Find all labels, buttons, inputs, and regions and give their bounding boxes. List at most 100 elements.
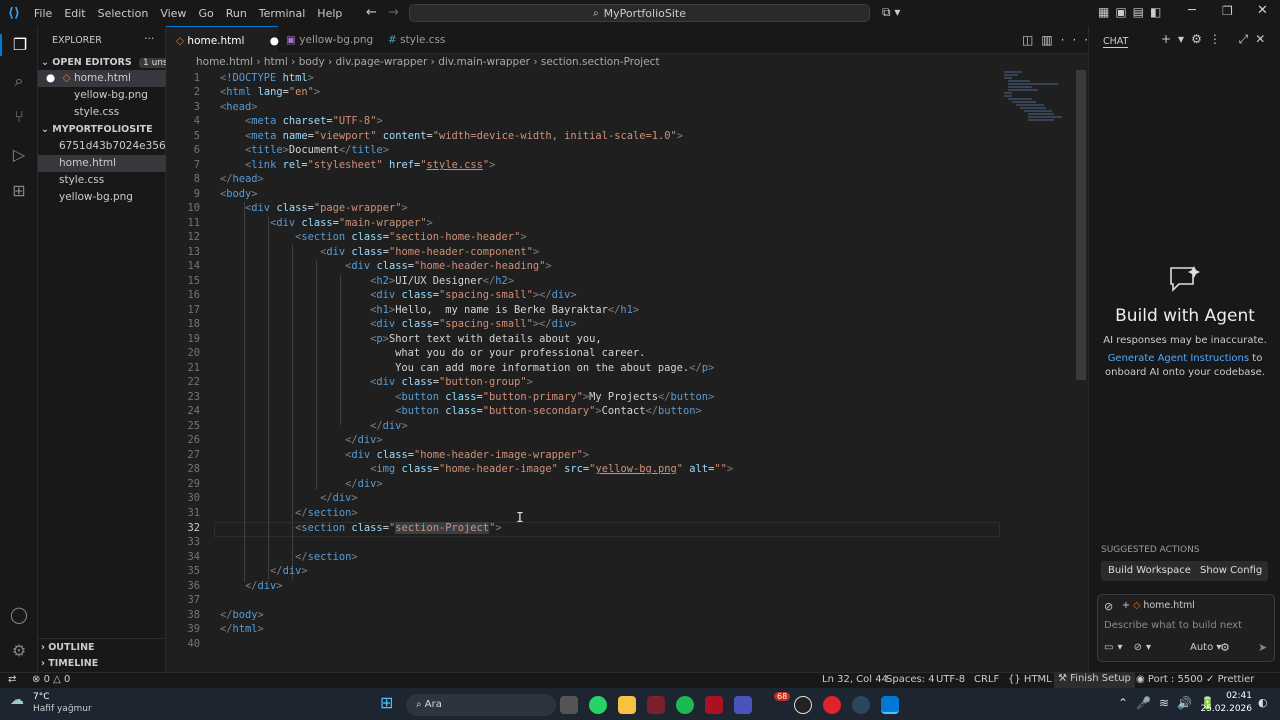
file-item-home[interactable]: home.html (38, 155, 166, 172)
code-line-39: </html> (220, 623, 264, 635)
chat-toolbar-icons[interactable]: ▭▾ ⊘▾ (1104, 642, 1155, 653)
build-workspace-button[interactable]: Build Workspace (1101, 561, 1198, 581)
project-header[interactable]: ⌄ MYPORTFOLIOSITE (38, 121, 166, 138)
attach-icon[interactable]: ⊘ (1104, 600, 1113, 613)
minimap[interactable] (1002, 70, 1072, 130)
code-line-12: <section class="section-home-header"> (295, 231, 527, 243)
outline-header[interactable]: › OUTLINE (38, 638, 166, 655)
open-editors-header[interactable]: ⌄ OPEN EDITORS 1 unsaved (38, 54, 166, 71)
close-icon[interactable]: ✕ (1257, 3, 1268, 18)
account-icon[interactable]: ◯ (8, 604, 30, 626)
live-server-port[interactable]: ◉ Port : 5500 (1136, 674, 1203, 685)
breadcrumb-item[interactable]: home.html (196, 56, 253, 68)
maximize-icon[interactable]: ❐ (1222, 4, 1233, 18)
weather-icon: ☁ (10, 692, 24, 708)
menu-go[interactable]: Go (198, 7, 213, 20)
chat-input-box[interactable]: ⊘ + ◇ home.html Describe what to build n… (1097, 594, 1275, 662)
unreal-icon[interactable] (794, 696, 812, 714)
open-editor-yellow-bg[interactable]: yellow-bg.png (38, 87, 166, 104)
file-label: yellow-bg.png (59, 191, 133, 203)
line-number: 28 (187, 463, 200, 475)
chat-actions-icons[interactable]: +▾⚙⋮ ⤢✕ (1161, 32, 1272, 47)
file-explorer-icon[interactable] (618, 696, 636, 714)
explorer-icon[interactable]: ❐ (0, 34, 38, 56)
show-config-button[interactable]: Show Config (1194, 561, 1269, 581)
menu-edit[interactable]: Edit (64, 7, 85, 20)
prettier-status[interactable]: ✓ Prettier (1206, 674, 1254, 685)
search-icon[interactable]: ⌕ (8, 70, 30, 92)
menu-view[interactable]: View (160, 7, 186, 20)
extensions-icon[interactable]: ⊞ (8, 180, 30, 202)
mode-select[interactable]: Auto ▾ (1190, 642, 1221, 653)
code-line-20: what you do or your professional career. (220, 347, 646, 359)
app-icon[interactable] (705, 696, 723, 714)
line-number: 11 (187, 217, 200, 229)
app-icon[interactable] (647, 696, 665, 714)
encoding[interactable]: UTF-8 (936, 674, 965, 685)
code-editor[interactable]: 1 2 3 4 5 6 7 8 9 10 11 12 13 14 15 16 17 18 19 20 21 22 23 24 2… (166, 70, 1076, 672)
tools-icon[interactable]: ⚙ (1220, 641, 1230, 654)
back-arrow-icon[interactable]: ← (366, 5, 377, 20)
gear-icon[interactable]: ⚙ (8, 640, 30, 662)
editor-actions-icons[interactable]: ◫▥··· (1022, 33, 1096, 47)
more-actions-icon[interactable]: ··· (144, 32, 155, 45)
chat-header[interactable]: CHAT (1103, 36, 1129, 48)
language-mode[interactable]: {} HTML (1008, 674, 1052, 685)
breadcrumb-item[interactable]: body (299, 56, 325, 68)
opera-icon[interactable] (823, 696, 841, 714)
menu-selection[interactable]: Selection (98, 7, 149, 20)
finish-setup-button[interactable]: ⚒ Finish Setup (1054, 673, 1135, 688)
tab-style-css[interactable]: # style.css (378, 26, 468, 54)
indentation[interactable]: Spaces: 4 (886, 674, 935, 685)
start-icon[interactable]: ⊞ (380, 693, 393, 712)
clock-date: 25.02.2026 (1200, 704, 1252, 714)
open-editor-home[interactable]: ● ◇ home.html (38, 70, 166, 87)
generate-instructions-link[interactable]: Generate Agent Instructions (1108, 353, 1249, 364)
vscode-icon[interactable] (881, 696, 899, 714)
breadcrumb-item[interactable]: div.main-wrapper (438, 56, 530, 68)
menu-help[interactable]: Help (317, 7, 342, 20)
breadcrumb-item[interactable]: div.page-wrapper (336, 56, 428, 68)
tab-home-html[interactable]: ◇ home.html ● (166, 26, 279, 54)
send-icon[interactable]: ➤ (1258, 641, 1267, 654)
steam-icon[interactable] (852, 696, 870, 714)
menu-file[interactable]: File (34, 7, 52, 20)
source-control-icon[interactable]: ⑂ (8, 106, 30, 128)
menu-terminal[interactable]: Terminal (259, 7, 306, 20)
vscode-logo-icon: ⟨⟩ (8, 5, 20, 21)
minimize-icon[interactable]: ─ (1188, 3, 1196, 18)
editor-scrollbar[interactable] (1076, 70, 1086, 380)
copilot-icon[interactable]: ⧉ ▾ (882, 5, 900, 20)
menu-run[interactable]: Run (226, 7, 247, 20)
breadcrumb-item[interactable]: section.section-Project (541, 56, 660, 68)
taskbar-search[interactable]: ⌕ Ara (406, 694, 556, 716)
html-icon: ◇ (62, 72, 71, 84)
file-item-yellow-bg[interactable]: yellow-bg.png (38, 189, 166, 206)
line-number: 13 (187, 246, 200, 258)
forward-arrow-icon[interactable]: → (388, 5, 399, 20)
line-ending[interactable]: CRLF (974, 674, 999, 685)
problems-indicator[interactable]: ⊗ 0 △ 0 (32, 674, 70, 685)
file-label: style.css (74, 106, 120, 118)
command-center-search[interactable]: ⌕ MyPortfolioSite (409, 4, 870, 22)
layout-icons[interactable]: ▦▣▤◧ (1098, 5, 1167, 19)
tab-yellow-bg[interactable]: ▣ yellow-bg.png (278, 26, 378, 54)
notification-bell-icon[interactable]: ◐ (1258, 696, 1268, 709)
whatsapp-icon[interactable] (589, 696, 607, 714)
remote-icon[interactable]: ⇄ (8, 674, 16, 685)
context-file-chip[interactable]: + ◇ home.html (1122, 600, 1195, 611)
breadcrumb-item[interactable]: html (264, 56, 288, 68)
task-view-icon[interactable] (560, 696, 578, 714)
file-label: yellow-bg.png (74, 89, 148, 101)
timeline-header[interactable]: › TIMELINE (38, 655, 166, 672)
code-line-28: <img class="home-header-image" src="yell… (370, 463, 734, 475)
file-item-style[interactable]: style.css (38, 172, 166, 189)
spotify-icon[interactable] (676, 696, 694, 714)
teams-icon[interactable] (734, 696, 752, 714)
open-editor-style[interactable]: style.css (38, 104, 166, 121)
line-number: 14 (187, 260, 200, 272)
run-debug-icon[interactable]: ▷ (8, 144, 30, 166)
file-item[interactable]: 6751d43b7024e35626... (38, 138, 166, 155)
cursor-position[interactable]: Ln 32, Col 44 (822, 674, 888, 685)
